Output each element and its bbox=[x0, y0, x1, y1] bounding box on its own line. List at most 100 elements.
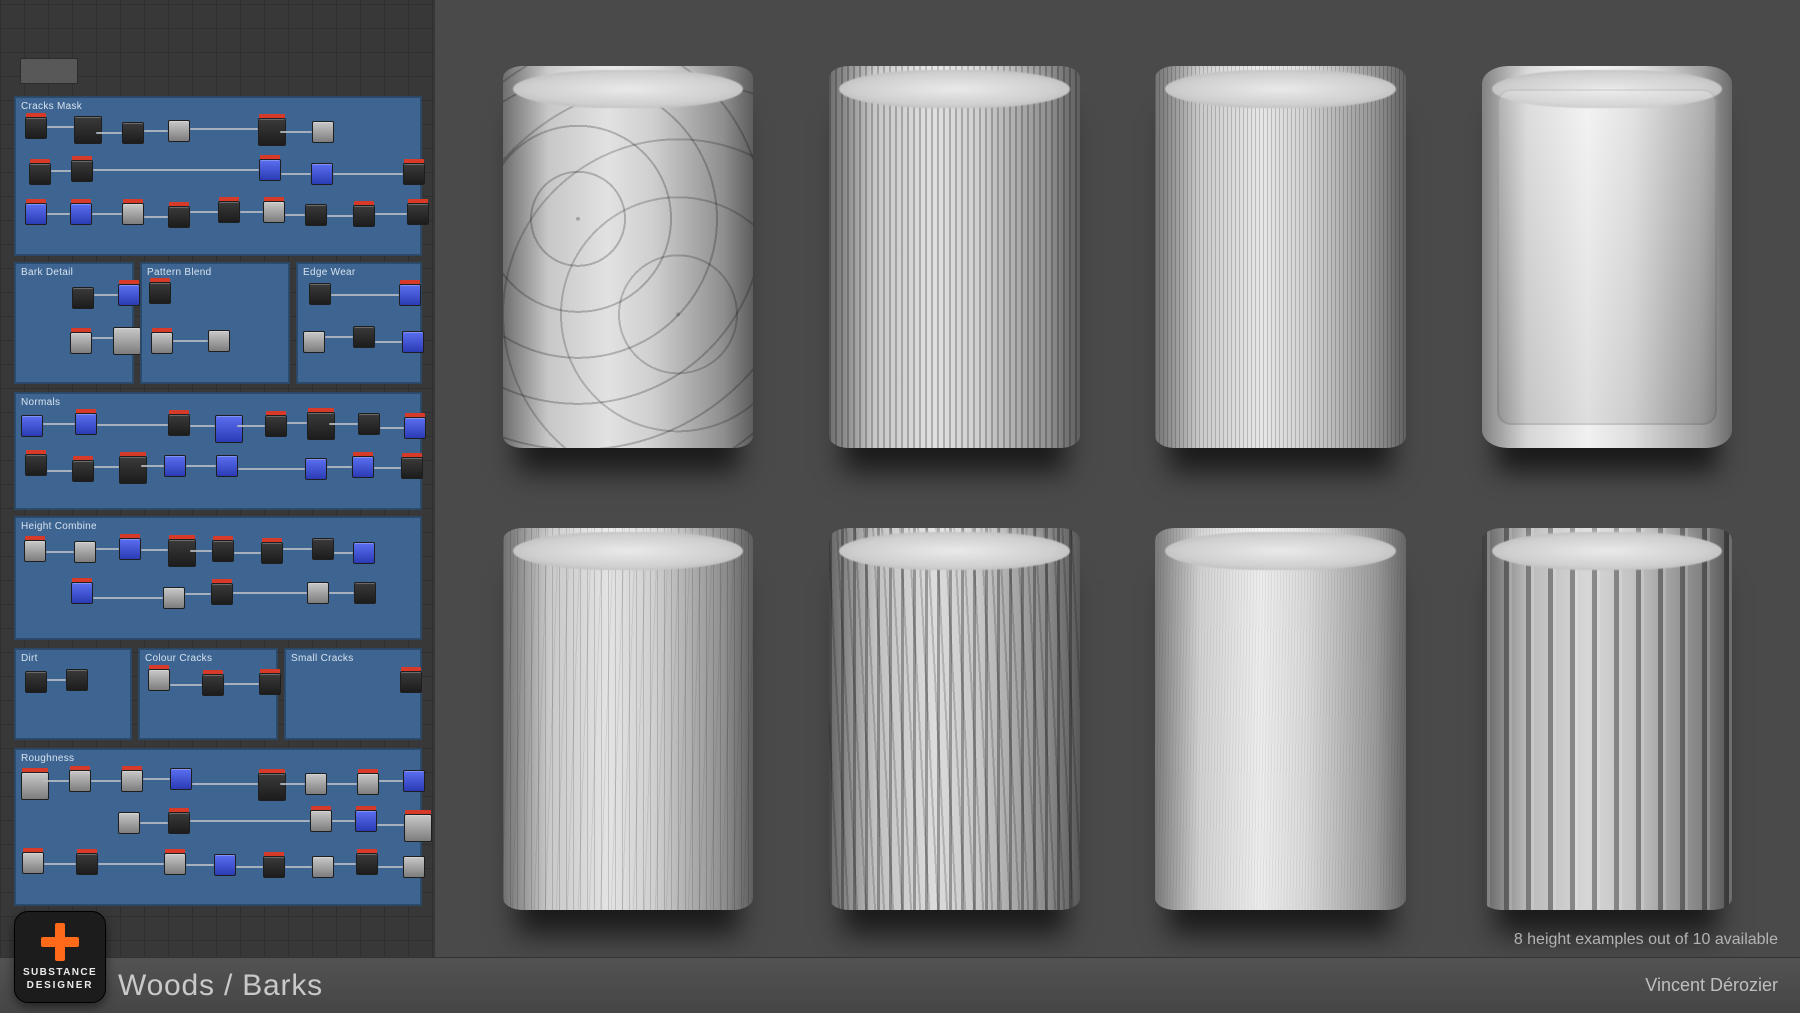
graph-wire bbox=[97, 424, 168, 426]
graph-node[interactable] bbox=[202, 674, 224, 696]
graph-node[interactable] bbox=[76, 853, 98, 875]
graph-frame-f4[interactable]: Edge Wear bbox=[296, 262, 422, 384]
graph-node[interactable] bbox=[356, 853, 378, 875]
graph-node[interactable] bbox=[357, 773, 379, 795]
graph-node[interactable] bbox=[149, 282, 171, 304]
graph-node[interactable] bbox=[24, 540, 46, 562]
graph-node[interactable] bbox=[358, 413, 380, 435]
graph-frame-f8[interactable]: Colour Cracks bbox=[138, 648, 278, 740]
graph-node[interactable] bbox=[148, 669, 170, 691]
graph-node[interactable] bbox=[265, 415, 287, 437]
node-graph-panel[interactable]: Cracks MaskBark DetailPattern BlendEdge … bbox=[0, 0, 435, 1013]
graph-node[interactable] bbox=[164, 853, 186, 875]
graph-node[interactable] bbox=[71, 582, 93, 604]
graph-node[interactable] bbox=[352, 456, 374, 478]
graph-node[interactable] bbox=[353, 326, 375, 348]
graph-node[interactable] bbox=[310, 810, 332, 832]
graph-node[interactable] bbox=[75, 413, 97, 435]
graph-node[interactable] bbox=[403, 856, 425, 878]
graph-node[interactable] bbox=[168, 812, 190, 834]
graph-node[interactable] bbox=[311, 163, 333, 185]
graph-node[interactable] bbox=[21, 772, 49, 800]
graph-node[interactable] bbox=[309, 283, 331, 305]
graph-node[interactable] bbox=[303, 331, 325, 353]
graph-node[interactable] bbox=[25, 671, 47, 693]
graph-node[interactable] bbox=[25, 117, 47, 139]
graph-node[interactable] bbox=[72, 287, 94, 309]
graph-node[interactable] bbox=[305, 204, 327, 226]
graph-node[interactable] bbox=[402, 331, 424, 353]
graph-node[interactable] bbox=[259, 673, 281, 695]
graph-node[interactable] bbox=[170, 768, 192, 790]
graph-node[interactable] bbox=[354, 582, 376, 604]
graph-node[interactable] bbox=[25, 454, 47, 476]
graph-node[interactable] bbox=[71, 160, 93, 182]
graph-node[interactable] bbox=[212, 540, 234, 562]
graph-node[interactable] bbox=[122, 203, 144, 225]
graph-node[interactable] bbox=[259, 159, 281, 181]
graph-node[interactable] bbox=[211, 583, 233, 605]
graph-node[interactable] bbox=[353, 542, 375, 564]
graph-node[interactable] bbox=[168, 539, 196, 567]
graph-frame-f3[interactable]: Pattern Blend bbox=[140, 262, 290, 384]
graph-node[interactable] bbox=[404, 814, 432, 842]
graph-node[interactable] bbox=[401, 457, 423, 479]
graph-node[interactable] bbox=[22, 852, 44, 874]
graph-node[interactable] bbox=[168, 206, 190, 228]
graph-node[interactable] bbox=[118, 812, 140, 834]
graph-node[interactable] bbox=[29, 163, 51, 185]
graph-node[interactable] bbox=[261, 542, 283, 564]
graph-node[interactable] bbox=[21, 415, 43, 437]
graph-node[interactable] bbox=[399, 284, 421, 306]
graph-node[interactable] bbox=[403, 163, 425, 185]
graph-node[interactable] bbox=[168, 414, 190, 436]
graph-frame-f1[interactable]: Cracks Mask bbox=[14, 96, 422, 256]
graph-node[interactable] bbox=[218, 201, 240, 223]
graph-node[interactable] bbox=[353, 205, 375, 227]
graph-frame-f9[interactable]: Small Cracks bbox=[284, 648, 422, 740]
graph-node[interactable] bbox=[118, 284, 140, 306]
graph-node[interactable] bbox=[403, 770, 425, 792]
graph-node[interactable] bbox=[69, 770, 91, 792]
graph-node[interactable] bbox=[119, 538, 141, 560]
graph-node[interactable] bbox=[404, 417, 426, 439]
graph-node[interactable] bbox=[355, 810, 377, 832]
graph-node[interactable] bbox=[305, 458, 327, 480]
graph-node[interactable] bbox=[407, 203, 429, 225]
graph-node[interactable] bbox=[208, 330, 230, 352]
graph-node[interactable] bbox=[121, 770, 143, 792]
graph-node[interactable] bbox=[25, 203, 47, 225]
graph-node[interactable] bbox=[119, 456, 147, 484]
graph-node[interactable] bbox=[312, 856, 334, 878]
graph-node[interactable] bbox=[258, 773, 286, 801]
graph-node[interactable] bbox=[214, 854, 236, 876]
graph-node[interactable] bbox=[307, 582, 329, 604]
graph-node[interactable] bbox=[163, 587, 185, 609]
graph-frame-f6[interactable]: Height Combine bbox=[14, 516, 422, 640]
graph-node[interactable] bbox=[66, 669, 88, 691]
graph-node[interactable] bbox=[305, 773, 327, 795]
graph-node[interactable] bbox=[215, 415, 243, 443]
graph-frame-f10[interactable]: Roughness bbox=[14, 748, 422, 906]
graph-node[interactable] bbox=[122, 122, 144, 144]
graph-node[interactable] bbox=[307, 412, 335, 440]
graph-node[interactable] bbox=[216, 455, 238, 477]
graph-node[interactable] bbox=[168, 120, 190, 142]
graph-frame-f2[interactable]: Bark Detail bbox=[14, 262, 134, 384]
graph-node[interactable] bbox=[164, 455, 186, 477]
graph-node[interactable] bbox=[263, 856, 285, 878]
graph-node[interactable] bbox=[70, 332, 92, 354]
graph-frame-f7[interactable]: Dirt bbox=[14, 648, 132, 740]
graph-frame-f5[interactable]: Normals bbox=[14, 392, 422, 510]
graph-node[interactable] bbox=[312, 538, 334, 560]
graph-node[interactable] bbox=[400, 671, 422, 693]
graph-node[interactable] bbox=[113, 327, 141, 355]
graph-node[interactable] bbox=[74, 541, 96, 563]
graph-node[interactable] bbox=[74, 116, 102, 144]
graph-node[interactable] bbox=[70, 203, 92, 225]
graph-node[interactable] bbox=[151, 332, 173, 354]
graph-node[interactable] bbox=[72, 460, 94, 482]
graph-node[interactable] bbox=[312, 121, 334, 143]
graph-toolbar-button[interactable] bbox=[20, 58, 78, 84]
graph-node[interactable] bbox=[263, 201, 285, 223]
